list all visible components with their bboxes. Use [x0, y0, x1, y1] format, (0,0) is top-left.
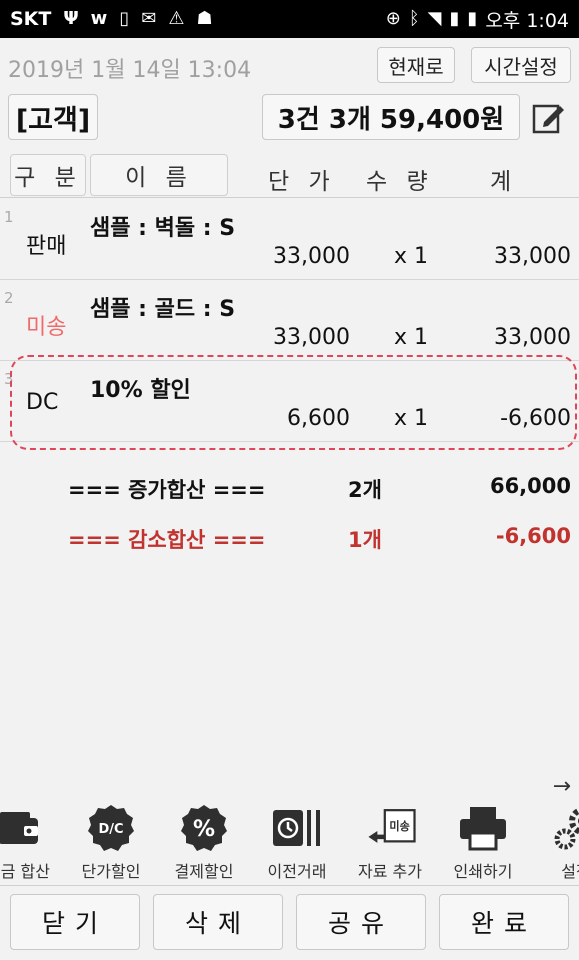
warning-icon: ⚠ — [168, 8, 185, 29]
battery-100-icon: ▯ — [119, 8, 130, 29]
time-setting-button[interactable]: 시간설정 — [471, 47, 571, 83]
wallet-icon — [0, 802, 44, 854]
tool-wallet[interactable]: 수금 합산 — [0, 798, 64, 885]
action-toolbar: 수금 합산 D/C 단가할인 % 결제할인 — [0, 798, 579, 886]
increase-summary-label: === 증가합산 === — [68, 478, 266, 502]
tool-label: 인쇄하기 — [453, 862, 513, 881]
table-row[interactable]: 3 DC 10% 할인 6,600 x 1 -6,600 — [0, 362, 579, 442]
customer-bar: [고객] 3건 3개 59,400원 — [0, 90, 579, 146]
decrease-summary-value: -6,600 — [495, 524, 571, 548]
battery-icon: ▮ — [467, 8, 478, 29]
status-bar: SKT Ψ w ▯ ✉ ⚠ ☗ ⊕ ᛒ ◥ ▮ ▮ 오후 1:04 — [0, 0, 579, 38]
bottom-action-bar: 닫기 삭제 공유 완료 — [0, 890, 579, 960]
increase-summary: === 증가합산 === 2개 66,000 — [0, 466, 579, 506]
edit-icon[interactable] — [530, 98, 568, 136]
tool-payment-discount[interactable]: % 결제할인 — [158, 798, 250, 885]
increase-summary-value: 66,000 — [489, 474, 571, 498]
android-icon: ☗ — [196, 8, 213, 29]
column-qty-header: 수 량 — [366, 169, 434, 195]
row-amount: -6,600 — [500, 406, 571, 431]
column-type-header[interactable]: 구 분 — [10, 154, 86, 196]
table-row[interactable]: 2 미송 샘플 : 골드 : S 33,000 x 1 33,000 — [0, 281, 579, 361]
row-price: 33,000 — [273, 244, 350, 269]
row-name: 샘플 : 벽돌 : S — [90, 216, 236, 241]
wave-icon: w — [90, 8, 108, 29]
percent-badge-text: % — [193, 817, 215, 842]
row-qty: x 1 — [394, 244, 429, 269]
decrease-summary-label: === 감소합산 === — [68, 528, 266, 552]
decrease-summary: === 감소합산 === 1개 -6,600 — [0, 516, 579, 556]
decrease-summary-count: 1개 — [348, 528, 382, 552]
tool-print[interactable]: 인쇄하기 — [437, 798, 529, 885]
percent-badge-icon: % — [178, 802, 230, 854]
tool-label: 이전거래 — [267, 862, 327, 881]
add-data-badge-text: 미송 — [389, 819, 409, 833]
scroll-right-arrow-icon[interactable]: → — [553, 774, 571, 799]
row-number: 1 — [4, 208, 14, 226]
now-button[interactable]: 현재로 — [377, 47, 455, 83]
add-data-icon: 미송 — [364, 802, 416, 854]
usb-icon: Ψ — [63, 8, 79, 29]
row-category: 미송 — [26, 315, 67, 340]
tool-add-data[interactable]: 미송 자료 추가 — [344, 798, 436, 885]
transaction-datetime[interactable]: 2019년 1월 14일 13:04 — [8, 52, 251, 84]
close-button[interactable]: 닫기 — [10, 894, 140, 950]
dc-badge-text: D/C — [98, 822, 123, 837]
tool-label: 수금 합산 — [0, 862, 50, 881]
row-category: 판매 — [26, 234, 67, 259]
history-icon — [271, 802, 323, 854]
delete-button[interactable]: 삭제 — [153, 894, 283, 950]
dc-badge-icon: D/C — [85, 802, 137, 854]
row-name: 10% 할인 — [90, 378, 191, 403]
tool-previous-transaction[interactable]: 이전거래 — [251, 798, 343, 885]
date-bar: 2019년 1월 14일 13:04 현재로 시간설정 — [0, 40, 579, 90]
signal-icon: ▮ — [449, 8, 460, 29]
table-row[interactable]: 1 판매 샘플 : 벽돌 : S 33,000 x 1 33,000 — [0, 200, 579, 280]
tool-unit-discount[interactable]: D/C 단가할인 — [65, 798, 157, 885]
row-name: 샘플 : 골드 : S — [90, 297, 236, 322]
bluetooth-icon: ᛒ — [408, 8, 420, 29]
row-number: 2 — [4, 289, 14, 307]
gear-icon — [550, 802, 579, 854]
complete-button[interactable]: 완료 — [439, 894, 569, 950]
row-qty: x 1 — [394, 325, 429, 350]
column-name-header[interactable]: 이 름 — [90, 154, 228, 196]
customer-button[interactable]: [고객] — [8, 94, 98, 140]
wifi-icon: ◥ — [427, 8, 442, 29]
row-category: DC — [26, 390, 59, 415]
printer-icon — [457, 802, 509, 854]
column-total-header: 계 — [490, 169, 518, 195]
row-qty: x 1 — [394, 406, 429, 431]
row-number: 3 — [4, 370, 14, 388]
increase-summary-count: 2개 — [348, 478, 382, 502]
clock: 오후 1:04 — [485, 9, 569, 32]
row-amount: 33,000 — [494, 244, 571, 269]
share-button[interactable]: 공유 — [296, 894, 426, 950]
tool-label: 자료 추가 — [358, 862, 422, 881]
tool-label: 결제할인 — [174, 862, 234, 881]
data-saver-icon: ⊕ — [385, 8, 401, 29]
tool-label: 단가할인 — [81, 862, 141, 881]
transaction-summary: 3건 3개 59,400원 — [262, 94, 520, 140]
row-price: 33,000 — [273, 325, 350, 350]
tool-settings[interactable]: 설정 — [530, 798, 579, 885]
row-price: 6,600 — [287, 406, 350, 431]
row-amount: 33,000 — [494, 325, 571, 350]
mail-icon: ✉ — [141, 8, 157, 29]
carrier-label: SKT — [10, 8, 52, 30]
table-header: 구 분 이 름 단 가 수 량 계 — [0, 152, 579, 198]
column-price-header: 단 가 — [268, 169, 336, 195]
tool-label: 설정 — [561, 862, 579, 881]
